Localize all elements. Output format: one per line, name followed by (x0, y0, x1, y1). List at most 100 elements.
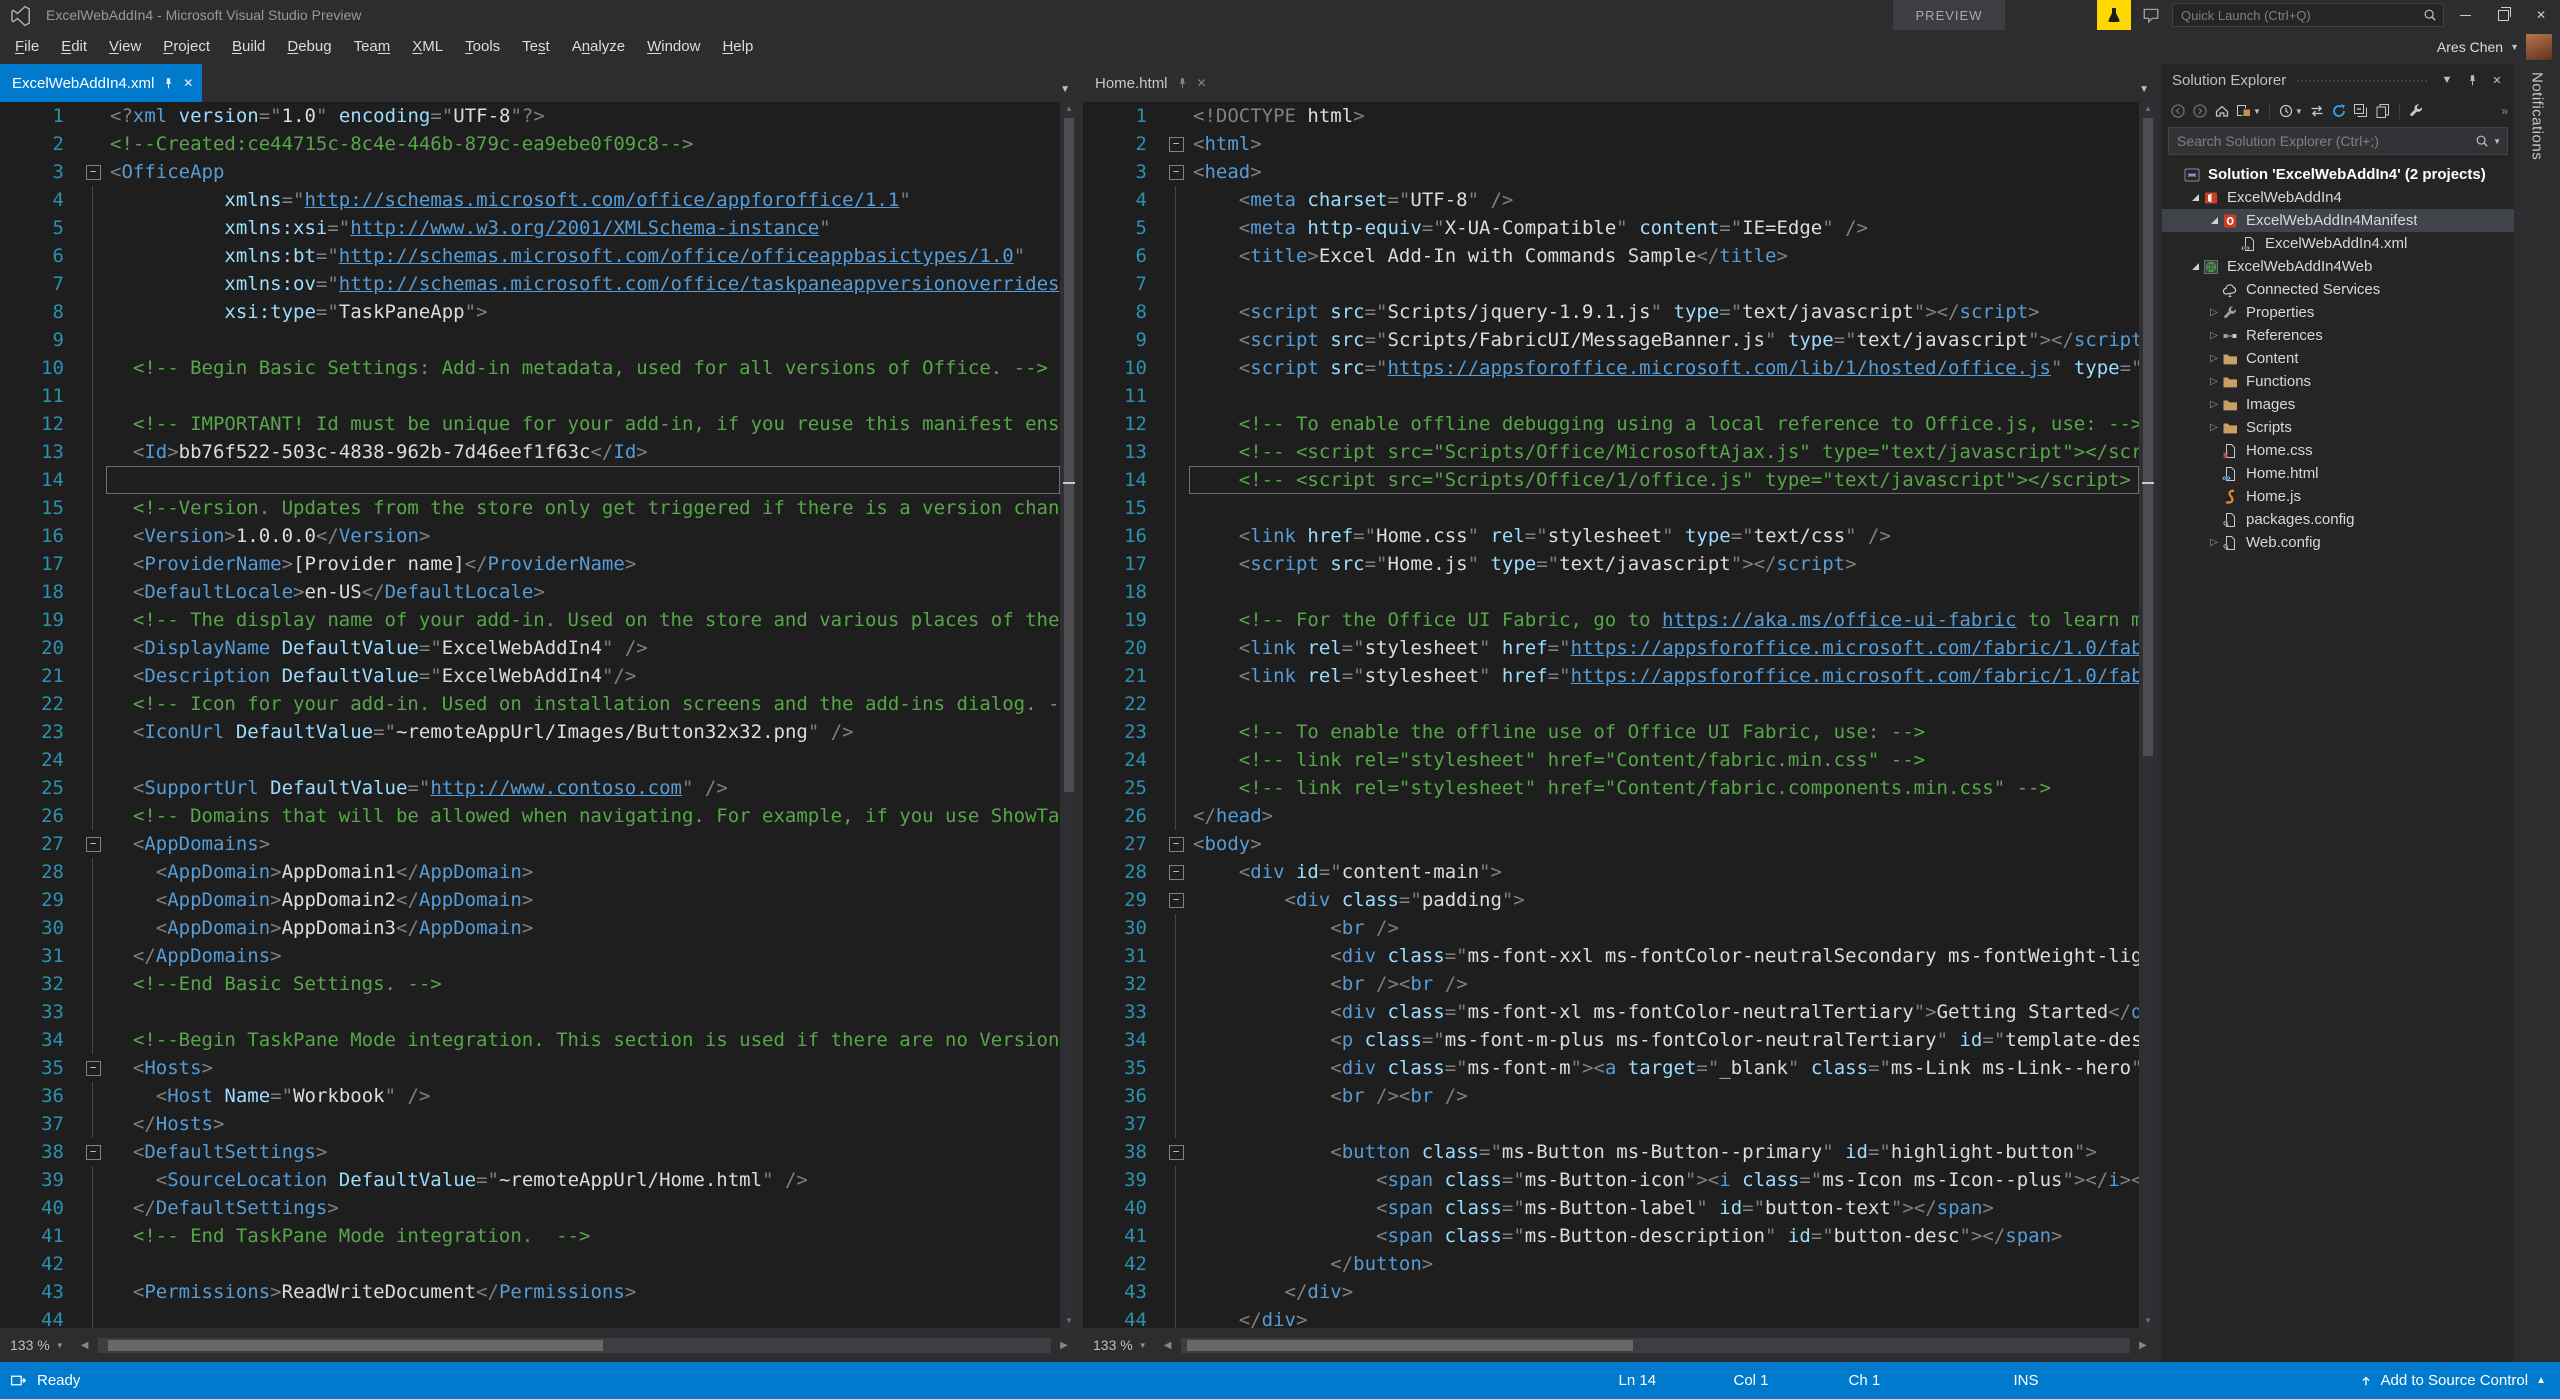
code-line[interactable]: 8 <script src="Scripts/jquery-1.9.1.js" … (1097, 298, 2139, 326)
code-line[interactable]: 38− <button class="ms-Button ms-Button--… (1097, 1138, 2139, 1166)
code-line[interactable]: 13 <Id>bb76f522-503c-4838-962b-7d46eef1f… (14, 438, 1060, 466)
code-line[interactable]: 26 <!-- Domains that will be allowed whe… (14, 802, 1060, 830)
code-line[interactable]: 28− <div id="content-main"> (1097, 858, 2139, 886)
menu-item-help[interactable]: Help (711, 30, 764, 64)
menu-item-edit[interactable]: Edit (50, 30, 98, 64)
code-line[interactable]: 21 <link rel="stylesheet" href="https://… (1097, 662, 2139, 690)
code-line[interactable]: 23 <!-- To enable the offline use of Off… (1097, 718, 2139, 746)
close-icon[interactable]: ✕ (2488, 74, 2506, 87)
code-line[interactable]: 35− <Hosts> (14, 1054, 1060, 1082)
code-line[interactable]: 33 (14, 998, 1060, 1026)
tree-item-references[interactable]: ▷References (2162, 324, 2514, 347)
code-line[interactable]: 34 <!--Begin TaskPane Mode integration. … (14, 1026, 1060, 1054)
code-line[interactable]: 10 <script src="https://appsforoffice.mi… (1097, 354, 2139, 382)
properties-wrench-icon[interactable] (2406, 99, 2426, 123)
fold-toggle[interactable]: − (80, 1054, 106, 1082)
scroll-left-icon[interactable]: ◀ (77, 1340, 93, 1351)
solution-explorer-header[interactable]: Solution Explorer ▼ ✕ (2162, 64, 2514, 96)
tree-item-web-config[interactable]: ▷Web.config (2162, 531, 2514, 554)
code-line[interactable]: 9 <script src="Scripts/FabricUI/MessageB… (1097, 326, 2139, 354)
fold-toggle[interactable]: − (1163, 830, 1189, 858)
code-line[interactable]: 18 (1097, 578, 2139, 606)
fold-toggle[interactable]: − (80, 158, 106, 186)
code-line[interactable]: 2<!--Created:ce44715c-8c4e-446b-879c-ea9… (14, 130, 1060, 158)
code-line[interactable]: 23 <IconUrl DefaultValue="~remoteAppUrl/… (14, 718, 1060, 746)
show-all-files-icon[interactable] (2373, 99, 2393, 123)
tree-item-home-js[interactable]: Home.js (2162, 485, 2514, 508)
code-line[interactable]: 16 <link href="Home.css" rel="stylesheet… (1097, 522, 2139, 550)
code-line[interactable]: 38− <DefaultSettings> (14, 1138, 1060, 1166)
code-line[interactable]: 15 <!--Version. Updates from the store o… (14, 494, 1060, 522)
code-line[interactable]: 22 <!-- Icon for your add-in. Used on in… (14, 690, 1060, 718)
scroll-right-icon[interactable]: ▶ (2135, 1340, 2151, 1351)
tree-item-connected-services[interactable]: Connected Services (2162, 278, 2514, 301)
code-line[interactable]: 16 <Version>1.0.0.0</Version> (14, 522, 1060, 550)
document-list-dropdown-icon[interactable]: ▼ (1060, 84, 1070, 95)
scrollbar-thumb[interactable] (1187, 1340, 1633, 1351)
code-line[interactable]: 15 (1097, 494, 2139, 522)
nav-back-icon[interactable] (2168, 99, 2188, 123)
feedback-flask-button[interactable] (2097, 0, 2131, 30)
pin-icon[interactable] (162, 77, 175, 90)
code-line[interactable]: 7 xmlns:ov="http://schemas.microsoft.com… (14, 270, 1060, 298)
code-line[interactable]: 8 xsi:type="TaskPaneApp"> (14, 298, 1060, 326)
code-line[interactable]: 44 (14, 1306, 1060, 1328)
code-line[interactable]: 11 (1097, 382, 2139, 410)
tree-item-properties[interactable]: ▷Properties (2162, 301, 2514, 324)
code-line[interactable]: 3−<head> (1097, 158, 2139, 186)
scrollbar-thumb[interactable] (108, 1340, 604, 1351)
code-line[interactable]: 31 <div class="ms-font-xxl ms-fontColor-… (1097, 942, 2139, 970)
code-line[interactable]: 4 <meta charset="UTF-8" /> (1097, 186, 2139, 214)
code-line[interactable]: 10 <!-- Begin Basic Settings: Add-in met… (14, 354, 1060, 382)
horizontal-scrollbar-left[interactable] (98, 1338, 1051, 1353)
menu-item-build[interactable]: Build (221, 30, 276, 64)
chevron-down-icon[interactable]: ▼ (2253, 107, 2261, 116)
code-line[interactable]: 13 <!-- <script src="Scripts/Office/Micr… (1097, 438, 2139, 466)
nav-forward-icon[interactable] (2190, 99, 2210, 123)
tree-item-functions[interactable]: ▷Functions (2162, 370, 2514, 393)
scrollbar-thumb[interactable] (1064, 118, 1074, 792)
code-line[interactable]: 24 <!-- link rel="stylesheet" href="Cont… (1097, 746, 2139, 774)
menu-item-view[interactable]: View (98, 30, 152, 64)
fold-toggle[interactable]: − (80, 830, 106, 858)
code-line[interactable]: 24 (14, 746, 1060, 774)
code-line[interactable]: 40 <span class="ms-Button-label" id="but… (1097, 1194, 2139, 1222)
chevron-down-icon[interactable]: ▼ (2493, 137, 2501, 146)
code-line[interactable]: 2−<html> (1097, 130, 2139, 158)
fold-toggle[interactable]: − (1163, 858, 1189, 886)
code-line[interactable]: 19 <!-- For the Office UI Fabric, go to … (1097, 606, 2139, 634)
code-line[interactable]: 35 <div class="ms-font-m"><a target="_bl… (1097, 1054, 2139, 1082)
menu-item-debug[interactable]: Debug (276, 30, 342, 64)
expand-arrow-icon[interactable]: ▷ (2206, 399, 2222, 410)
menu-item-analyze[interactable]: Analyze (561, 30, 636, 64)
document-list-dropdown-icon[interactable]: ▼ (2139, 84, 2149, 95)
code-line[interactable]: 19 <!-- The display name of your add-in.… (14, 606, 1060, 634)
code-line[interactable]: 30 <AppDomain>AppDomain3</AppDomain> (14, 914, 1060, 942)
menu-item-file[interactable]: File (4, 30, 50, 64)
code-line[interactable]: 20 <link rel="stylesheet" href="https://… (1097, 634, 2139, 662)
minimize-button[interactable] (2446, 0, 2484, 30)
tree-item-packages-config[interactable]: packages.config (2162, 508, 2514, 531)
code-line[interactable]: 43 </div> (1097, 1278, 2139, 1306)
code-line[interactable]: 14 (14, 466, 1060, 494)
fold-toggle[interactable]: − (1163, 886, 1189, 914)
user-name[interactable]: Ares Chen (2437, 39, 2503, 55)
scroll-down-icon[interactable]: ▼ (1060, 1314, 1078, 1328)
refresh-icon[interactable] (2329, 99, 2349, 123)
tree-item-content[interactable]: ▷Content (2162, 347, 2514, 370)
code-line[interactable]: 25 <SupportUrl DefaultValue="http://www.… (14, 774, 1060, 802)
scroll-left-icon[interactable]: ◀ (1160, 1340, 1176, 1351)
scroll-up-icon[interactable]: ▲ (2139, 102, 2157, 116)
send-feedback-button[interactable] (2138, 3, 2164, 27)
tree-item-solution-excelwebaddin4-2-projects[interactable]: Solution 'ExcelWebAddIn4' (2 projects) (2162, 163, 2514, 186)
code-line[interactable]: 37 </Hosts> (14, 1110, 1060, 1138)
code-editor-left[interactable]: 1<?xml version="1.0" encoding="UTF-8"?>2… (0, 102, 1060, 1328)
collapse-arrow-icon[interactable] (2187, 194, 2203, 201)
status-column-number[interactable]: Col 1 (1734, 1372, 1849, 1389)
menu-item-test[interactable]: Test (511, 30, 561, 64)
code-line[interactable]: 43 <Permissions>ReadWriteDocument</Permi… (14, 1278, 1060, 1306)
expand-arrow-icon[interactable]: ▷ (2206, 330, 2222, 341)
quick-launch-input[interactable]: Quick Launch (Ctrl+Q) (2172, 3, 2444, 27)
menu-item-xml[interactable]: XML (401, 30, 454, 64)
vertical-scrollbar-left[interactable]: ▲ ▼ (1060, 102, 1078, 1328)
